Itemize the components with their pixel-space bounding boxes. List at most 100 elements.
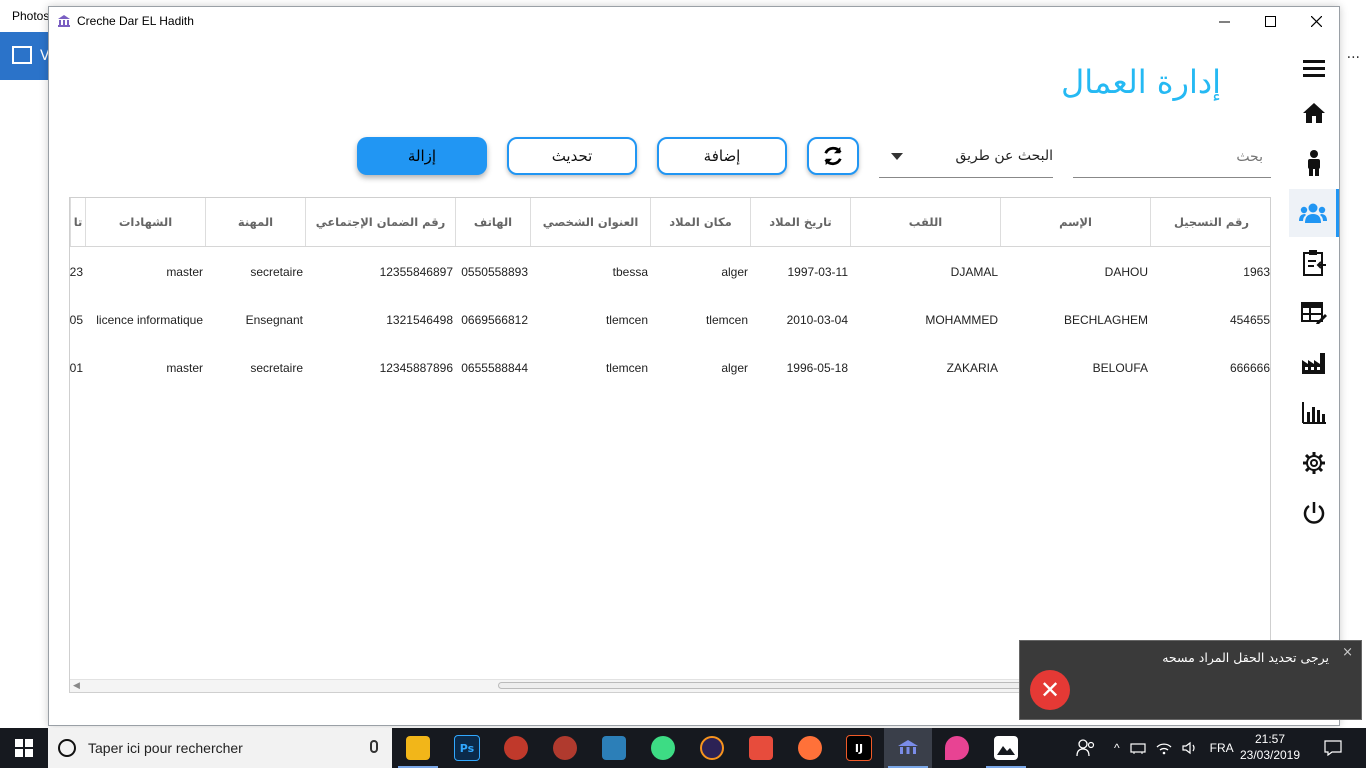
table-row[interactable]: 1963 DAHOU DJAMAL 1997-03-11 alger tbess… bbox=[70, 248, 1270, 296]
sidebar-item-logout[interactable] bbox=[1289, 491, 1339, 535]
search-by-select[interactable]: البحث عن طريق bbox=[879, 139, 1053, 178]
taskbar-app[interactable] bbox=[639, 728, 687, 768]
taskbar-search-box[interactable]: Taper ici pour rechercher bbox=[48, 728, 392, 768]
minimize-button[interactable] bbox=[1201, 7, 1247, 35]
maximize-button[interactable] bbox=[1247, 7, 1293, 35]
column-header[interactable]: الشهادات bbox=[85, 198, 205, 246]
search-field[interactable] bbox=[1073, 139, 1271, 178]
taskbar-app[interactable] bbox=[492, 728, 540, 768]
window-title: Creche Dar EL Hadith bbox=[77, 14, 194, 28]
taskbar-app[interactable] bbox=[590, 728, 638, 768]
photoshop-icon: Ps bbox=[454, 735, 480, 761]
column-header[interactable]: تاريخ الملاد bbox=[750, 198, 850, 246]
tray-chevron-up-icon[interactable]: ^ bbox=[1114, 741, 1120, 755]
home-icon bbox=[1303, 103, 1325, 123]
table-cell: DAHOU bbox=[1104, 265, 1148, 279]
power-icon bbox=[1303, 502, 1325, 524]
volume-icon[interactable] bbox=[1182, 741, 1198, 755]
sidebar-item-children[interactable] bbox=[1289, 141, 1339, 185]
child-icon bbox=[1308, 150, 1320, 176]
taskbar-app[interactable]: Ps bbox=[443, 728, 491, 768]
column-header[interactable]: الهاتف bbox=[455, 198, 530, 246]
table-cell: 0669566812 bbox=[461, 313, 528, 327]
search-by-label: البحث عن طريق bbox=[955, 148, 1053, 164]
search-icon bbox=[58, 739, 76, 757]
sidebar-item-settings[interactable] bbox=[1289, 441, 1339, 485]
column-header[interactable]: العنوان الشخصي bbox=[530, 198, 650, 246]
table-cell: MOHAMMED bbox=[925, 313, 998, 327]
table-cell: BECHLAGHEM bbox=[1063, 313, 1148, 327]
gear-icon bbox=[1303, 452, 1325, 474]
table-cell: Ensegnant bbox=[245, 313, 303, 327]
users-group-icon bbox=[1298, 203, 1327, 223]
table-cell: 12345887896 bbox=[379, 361, 453, 375]
scrollbar-thumb[interactable] bbox=[498, 682, 1058, 689]
sidebar-item-workers[interactable] bbox=[1289, 189, 1339, 237]
column-header[interactable]: رقم الضمان الإجتماعي bbox=[305, 198, 455, 246]
table-cell: 0655588844 bbox=[461, 361, 528, 375]
table-cell: secretaire bbox=[250, 361, 303, 375]
table-cell: 1996-05-18 bbox=[786, 361, 848, 375]
taskbar-app[interactable] bbox=[982, 728, 1030, 768]
table-cell: tlemcen bbox=[705, 313, 748, 327]
app-window: Creche Dar EL Hadith إدارة العمال البحث … bbox=[48, 6, 1340, 726]
taskbar-app[interactable] bbox=[786, 728, 834, 768]
taskbar-app-active[interactable] bbox=[884, 728, 932, 768]
table-cell: licence informatique bbox=[96, 313, 203, 327]
sidebar-menu-toggle[interactable] bbox=[1289, 47, 1339, 91]
taskbar: Taper ici pour rechercher Ps IJ ^ FRA 21… bbox=[0, 728, 1366, 768]
column-header[interactable]: اللقب bbox=[850, 198, 1000, 246]
table-row[interactable]: 454655 BECHLAGHEM MOHAMMED 2010-03-04 tl… bbox=[70, 296, 1270, 344]
toast-message: يرجى تحديد الحقل المراد مسحه bbox=[1162, 650, 1329, 665]
remove-button[interactable]: إزالة bbox=[357, 137, 487, 175]
wifi-icon[interactable] bbox=[1156, 741, 1172, 755]
taskbar-clock[interactable]: 21:57 23/03/2019 bbox=[1230, 731, 1310, 763]
network-adapter-icon[interactable] bbox=[1130, 741, 1146, 755]
taskbar-app[interactable] bbox=[394, 728, 442, 768]
column-header[interactable]: الإسم bbox=[1000, 198, 1150, 246]
start-button[interactable] bbox=[0, 728, 48, 768]
column-header[interactable]: تا bbox=[70, 198, 85, 246]
refresh-button[interactable] bbox=[807, 137, 859, 175]
close-window-button[interactable] bbox=[1293, 7, 1339, 35]
column-header[interactable]: رقم التسجيل bbox=[1150, 198, 1270, 246]
window-titlebar: Creche Dar EL Hadith bbox=[49, 7, 1339, 35]
sidebar-item-statistics[interactable] bbox=[1289, 391, 1339, 435]
table-row[interactable]: 666666 BELOUFA ZAKARIA 1996-05-18 alger … bbox=[70, 344, 1270, 392]
taskbar-app[interactable] bbox=[933, 728, 981, 768]
add-button[interactable]: إضافة bbox=[657, 137, 787, 175]
table-header: رقم التسجيل الإسم اللقب تاريخ الملاد مكا… bbox=[70, 198, 1270, 247]
table-cell: secretaire bbox=[250, 265, 303, 279]
owl-app-icon bbox=[504, 736, 528, 760]
table-cell: tbessa bbox=[612, 265, 648, 279]
taskbar-app[interactable] bbox=[541, 728, 589, 768]
scroll-left-icon[interactable]: ◀ bbox=[73, 681, 80, 691]
clock-time: 21:57 bbox=[1254, 732, 1286, 746]
table-cell: alger bbox=[721, 265, 748, 279]
update-button[interactable]: تحديث bbox=[507, 137, 637, 175]
more-options-icon[interactable]: ... bbox=[1347, 46, 1360, 62]
sidebar-item-clipboard[interactable] bbox=[1289, 241, 1339, 285]
firefox-icon bbox=[798, 736, 822, 760]
background-photos-tab[interactable]: V bbox=[0, 32, 50, 80]
sidebar-item-schedule[interactable] bbox=[1289, 291, 1339, 335]
sidebar-item-factory[interactable] bbox=[1289, 341, 1339, 385]
people-icon[interactable] bbox=[1076, 739, 1096, 757]
notifications-icon[interactable] bbox=[1324, 740, 1342, 756]
table-cell: 05 bbox=[70, 313, 83, 327]
column-header[interactable]: المهنة bbox=[205, 198, 305, 246]
toast-close-icon[interactable]: × bbox=[1342, 645, 1353, 660]
column-header[interactable]: مكان الملاد bbox=[650, 198, 750, 246]
sidebar-item-home[interactable] bbox=[1289, 91, 1339, 135]
workers-table: رقم التسجيل الإسم اللقب تاريخ الملاد مكا… bbox=[69, 197, 1271, 693]
page-title: إدارة العمال bbox=[1061, 63, 1221, 101]
table-cell: tlemcen bbox=[605, 313, 648, 327]
taskbar-app[interactable] bbox=[688, 728, 736, 768]
search-input[interactable] bbox=[1073, 139, 1263, 175]
microphone-icon[interactable] bbox=[370, 740, 378, 753]
table-cell: 23 bbox=[70, 265, 83, 279]
table-cell: ZAKARIA bbox=[946, 361, 998, 375]
taskbar-app[interactable] bbox=[737, 728, 785, 768]
table-cell: 01 bbox=[70, 361, 83, 375]
taskbar-app[interactable]: IJ bbox=[835, 728, 883, 768]
